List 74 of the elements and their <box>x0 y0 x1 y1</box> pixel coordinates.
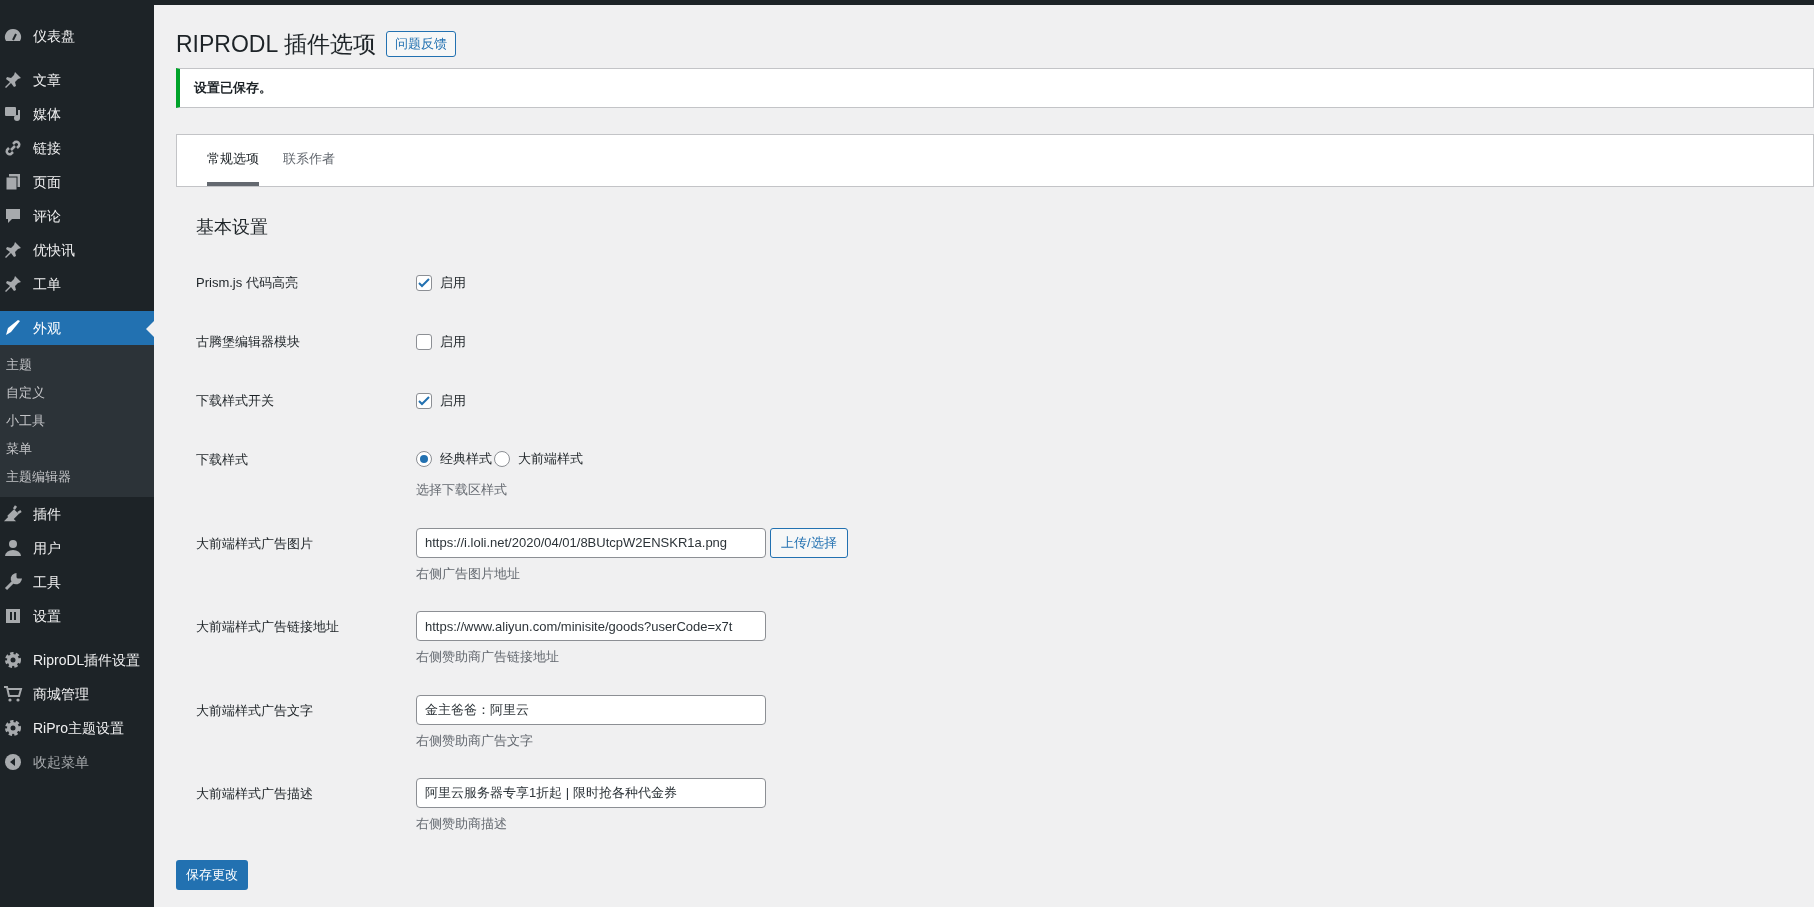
sidebar-submenu-item[interactable]: 自定义 <box>0 379 154 407</box>
sidebar-menu-item[interactable]: 页面 <box>0 165 154 199</box>
sidebar-submenu-item[interactable]: 菜单 <box>0 435 154 463</box>
sidebar-submenu-item[interactable]: 小工具 <box>0 407 154 435</box>
section-title: 基本设置 <box>196 216 269 239</box>
radio-button[interactable] <box>416 451 432 467</box>
text-input[interactable]: https://i.loli.net/2020/04/01/8BUtcpW2ENSKR1a.png <box>416 527 766 558</box>
field-description: 选择下载区样式 <box>416 481 508 499</box>
text-input[interactable]: 金主爸爸：阿里云 <box>416 694 766 725</box>
link-icon <box>3 138 23 158</box>
radio-label: 经典样式 <box>440 450 492 469</box>
sidebar-menu-item[interactable]: 设置 <box>0 599 154 633</box>
comment-icon <box>3 206 23 226</box>
sidebar-menu-item[interactable]: 插件 <box>0 497 154 531</box>
pin-icon <box>3 240 23 260</box>
sidebar-menu-item[interactable]: 评论 <box>0 199 154 233</box>
sidebar-menu-item[interactable]: RiPro主题设置 <box>0 711 154 745</box>
field-label: 大前端样式广告描述 <box>196 785 314 803</box>
field-label: 大前端样式广告文字 <box>196 701 314 720</box>
sidebar-menu-item[interactable]: 链接 <box>0 131 154 165</box>
checkbox[interactable] <box>416 333 432 350</box>
checkbox-label: 启用 <box>440 332 466 351</box>
gear-icon <box>3 718 23 738</box>
field-label: 下载样式开关 <box>196 391 275 410</box>
media-icon <box>3 104 23 124</box>
pages-icon <box>3 172 23 192</box>
sidebar-menu-item[interactable]: 外观 <box>0 311 154 345</box>
sidebar-menu-item[interactable]: 工具 <box>0 565 154 599</box>
arrow-left-circle-icon <box>3 752 23 772</box>
sidebar-menu-item[interactable]: 优快讯 <box>0 233 154 267</box>
checkbox[interactable] <box>416 392 432 409</box>
checkbox[interactable] <box>416 274 432 291</box>
plug-icon <box>3 504 23 524</box>
sidebar-menu-item[interactable]: 工单 <box>0 267 154 301</box>
sidebar-submenu-item[interactable]: 主题编辑器 <box>0 463 154 491</box>
gear-icon <box>3 650 23 670</box>
checkbox-label: 启用 <box>440 273 466 292</box>
upload-button[interactable]: 上传/选择 <box>770 527 848 558</box>
sidebar-menu-item[interactable]: 文章 <box>0 63 154 97</box>
notice-text: 设置已保存。 <box>194 79 272 98</box>
text-input[interactable]: 阿里云服务器专享1折起 | 限时抢各种代金券 <box>416 778 766 808</box>
cart-icon <box>3 684 23 704</box>
sidebar-submenu-item[interactable]: 主题 <box>0 351 154 379</box>
pin-icon <box>3 274 23 294</box>
sliders-icon <box>3 606 23 626</box>
field-description: 右侧赞助商广告文字 <box>416 731 534 750</box>
field-description: 右侧赞助商广告链接地址 <box>416 648 560 666</box>
field-label: Prism.js 代码高亮 <box>196 273 299 292</box>
feedback-button[interactable]: 问题反馈 <box>385 31 456 57</box>
field-label: 下载样式 <box>196 451 249 469</box>
page-title: RIPRODL 插件选项 <box>176 29 376 59</box>
radio-button[interactable] <box>494 451 510 467</box>
radio-label: 大前端样式 <box>518 450 583 469</box>
sidebar-menu-item[interactable]: RiproDL插件设置 <box>0 643 154 677</box>
sidebar-menu-item[interactable]: 仪表盘 <box>0 19 154 53</box>
field-label: 大前端样式广告链接地址 <box>196 618 340 636</box>
save-button[interactable]: 保存更改 <box>176 859 248 890</box>
collapse-menu-button[interactable]: 收起菜单 <box>0 745 154 779</box>
checkbox-label: 启用 <box>440 391 466 410</box>
field-label: 古腾堡编辑器模块 <box>196 332 301 351</box>
sidebar-menu-item[interactable]: 用户 <box>0 531 154 565</box>
text-input[interactable]: https://www.aliyun.com/minisite/goods?userCode=x7t <box>416 611 766 641</box>
tab[interactable]: 常规选项 <box>207 135 259 186</box>
wrench-icon <box>3 572 23 592</box>
pin-icon <box>3 70 23 90</box>
current-arrow-icon <box>146 321 154 337</box>
tab[interactable]: 联系作者 <box>283 135 335 186</box>
field-label: 大前端样式广告图片 <box>196 534 314 553</box>
field-description: 右侧广告图片地址 <box>416 564 521 583</box>
sidebar-menu-item[interactable]: 媒体 <box>0 97 154 131</box>
sidebar-menu-item[interactable]: 商城管理 <box>0 677 154 711</box>
brush-icon <box>3 318 23 338</box>
field-description: 右侧赞助商描述 <box>416 815 508 833</box>
user-icon <box>3 538 23 558</box>
